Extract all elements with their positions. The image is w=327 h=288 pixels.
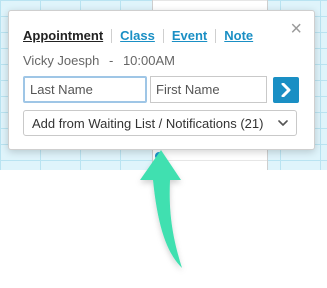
booking-type-tabs: Appointment Class Event Note — [23, 29, 261, 43]
booking-time: 10:00AM — [122, 53, 175, 68]
chevron-right-icon — [281, 82, 291, 97]
last-name-placeholder: Last Name — [30, 82, 93, 97]
close-icon[interactable]: × — [290, 19, 302, 39]
pointer-arrow-icon — [140, 150, 182, 268]
calendar-stage: × Appointment Class Event Note Vicky Joe… — [0, 0, 327, 288]
chevron-down-icon — [278, 120, 288, 126]
first-name-input[interactable]: First Name — [150, 76, 267, 103]
last-name-input[interactable]: Last Name — [23, 76, 147, 103]
tab-note[interactable]: Note — [215, 29, 261, 43]
waiting-list-select[interactable]: Add from Waiting List / Notifications (2… — [23, 110, 297, 136]
booking-details: Vicky Joesph - 10:00AM — [23, 53, 175, 68]
waiting-list-select-value: Add from Waiting List / Notifications (2… — [32, 115, 264, 131]
client-name: Vicky Joesph — [23, 53, 100, 68]
add-booking-popup: × Appointment Class Event Note Vicky Joe… — [8, 10, 315, 150]
tab-class[interactable]: Class — [111, 29, 163, 43]
tab-event[interactable]: Event — [162, 29, 215, 43]
tab-appointment[interactable]: Appointment — [23, 29, 111, 43]
client-search-row: Last Name First Name — [23, 76, 299, 103]
details-separator: - — [108, 53, 114, 68]
first-name-placeholder: First Name — [156, 82, 220, 97]
search-client-button[interactable] — [273, 76, 299, 103]
